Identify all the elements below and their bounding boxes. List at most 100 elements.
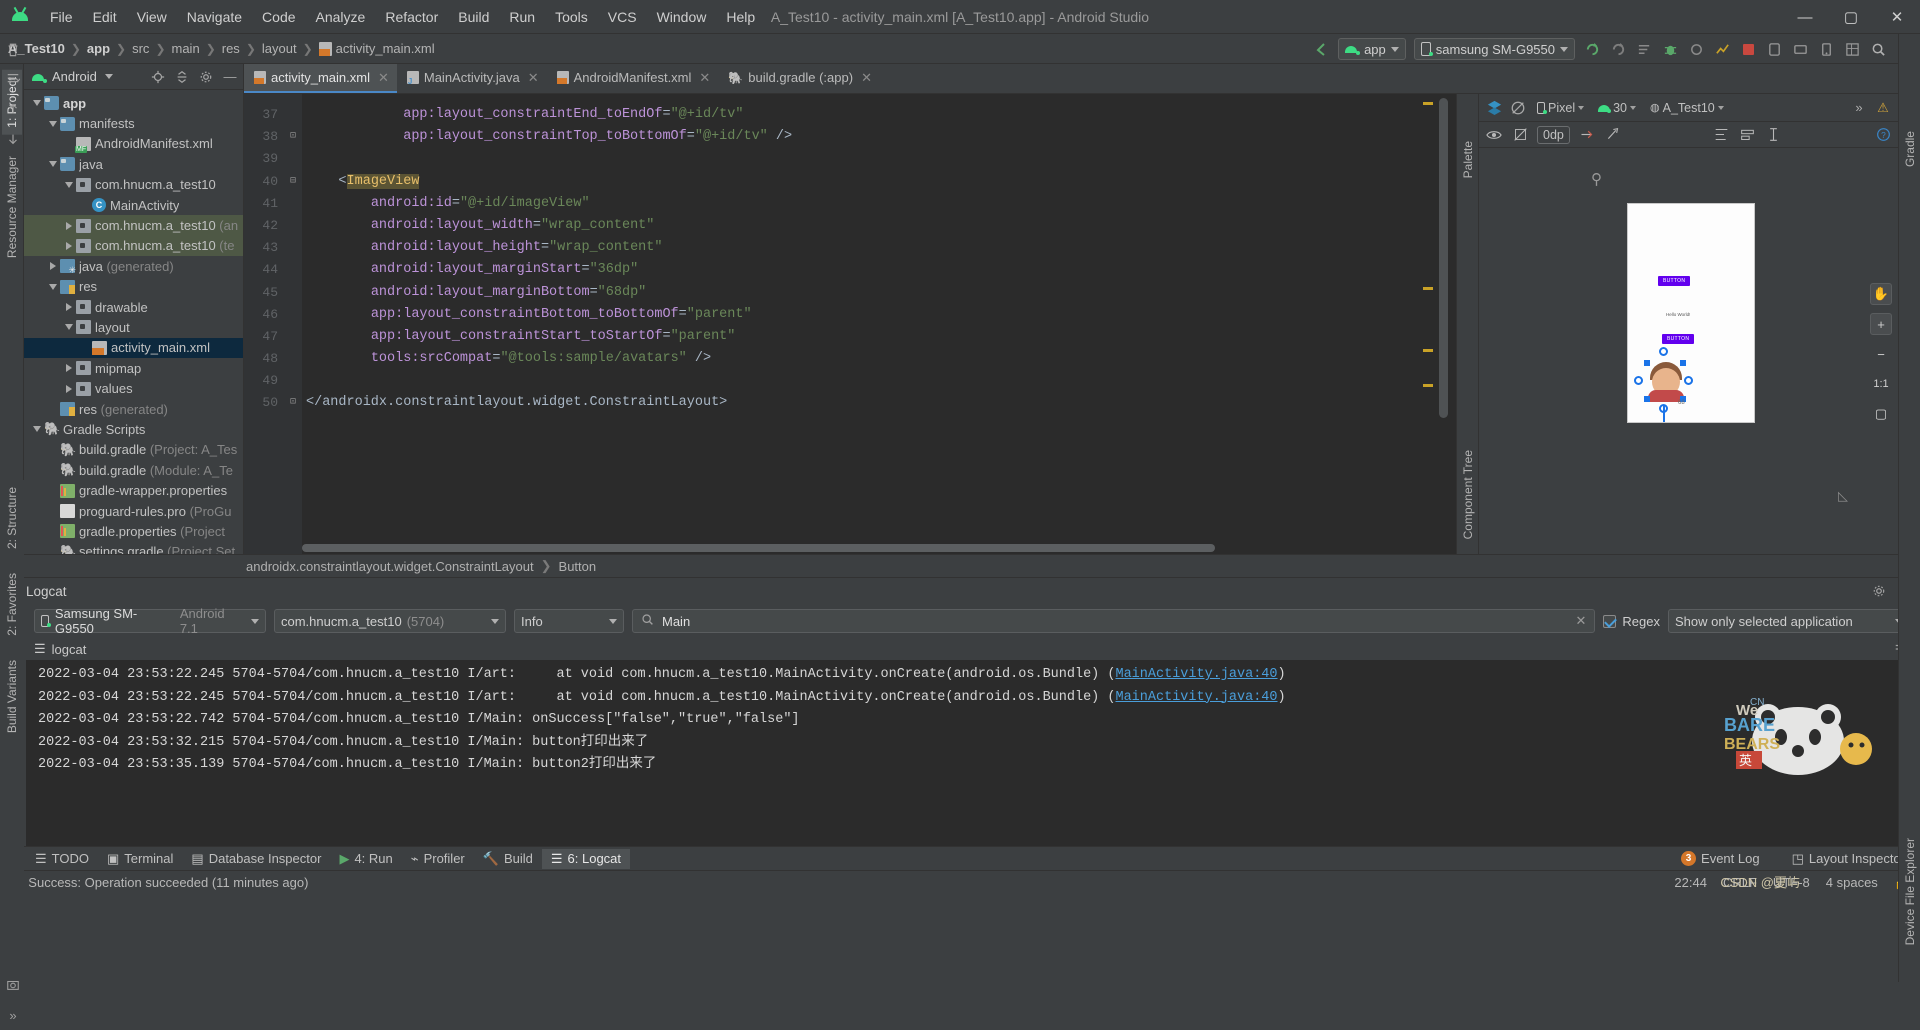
warning-marker[interactable] — [1423, 349, 1433, 352]
logcat-source-link[interactable]: MainActivity.java:40 — [1115, 667, 1277, 682]
chevron-down-icon[interactable] — [46, 120, 60, 127]
help-icon[interactable]: ? — [1874, 126, 1892, 144]
tree-item-com-hnucm-a-test10[interactable]: com.hnucm.a_test10 — [24, 175, 243, 195]
zoom-in-button[interactable]: + — [1870, 313, 1892, 335]
locate-file-icon[interactable] — [149, 68, 167, 86]
logcat-line[interactable]: 2022-03-04 23:53:22.245 5704-5704/com.hn… — [26, 664, 1920, 687]
scroll-to-end-icon[interactable] — [4, 70, 22, 88]
settings-gear-icon[interactable] — [197, 68, 215, 86]
sdk-manager-icon[interactable] — [1788, 37, 1812, 61]
tree-item-res[interactable]: res — [24, 277, 243, 297]
tree-item-build-gradle-module-a-te[interactable]: 🐘 build.gradle (Module: A_Te — [24, 460, 243, 480]
avd-manager-icon[interactable] — [1762, 37, 1786, 61]
tree-item-settings-gradle-project-set[interactable]: 🐘 settings.gradle (Project Set — [24, 542, 243, 554]
code-editor[interactable]: 37 app:layout_constraintEnd_toEndOf="@+i… — [244, 94, 1456, 554]
device-preview[interactable]: BUTTON Hello World! BUTTON 68 — [1627, 203, 1755, 423]
editor-vertical-scrollbar[interactable] — [1439, 94, 1448, 554]
logcat-line[interactable]: 2022-03-04 23:53:35.139 5704-5704/com.hn… — [26, 754, 1920, 777]
debug-icon[interactable] — [1658, 37, 1682, 61]
tool-logcat[interactable]: ☰ 6: Logcat — [541, 848, 631, 869]
chevron-right-icon[interactable] — [62, 384, 76, 393]
status-indent[interactable]: 4 spaces — [1826, 875, 1878, 890]
logcat-settings-icon[interactable] — [1870, 582, 1888, 600]
menu-build[interactable]: Build — [448, 5, 499, 29]
preview-canvas[interactable]: ⚲ BUTTON Hello World! BUTTON 68 ✋ + − 1:… — [1479, 148, 1898, 554]
logcat-source-link[interactable]: MainActivity.java:40 — [1115, 690, 1277, 705]
menu-navigate[interactable]: Navigate — [177, 5, 252, 29]
tree-item-gradle-properties-project[interactable]: gradle.properties (Project — [24, 521, 243, 541]
code-line[interactable]: 48 tools:srcCompat="@tools:sample/avatar… — [244, 348, 1456, 370]
zoom-out-button[interactable]: − — [1870, 343, 1892, 365]
run-icon[interactable] — [1580, 37, 1604, 61]
guidelines-icon[interactable] — [1739, 126, 1757, 144]
resize-handle-bl[interactable] — [1644, 396, 1650, 402]
sidebar-tab-favorites[interactable]: 2: Favorites — [2, 566, 22, 643]
menu-file[interactable]: File — [40, 5, 83, 29]
down-arrow-icon[interactable] — [4, 130, 22, 148]
logcat-line[interactable]: 2022-03-04 23:53:22.742 5704-5704/com.hn… — [26, 709, 1920, 732]
attach-debugger-icon[interactable] — [1684, 37, 1708, 61]
tree-item-values[interactable]: values — [24, 378, 243, 398]
tab-main-activity-java[interactable]: MainActivity.java ✕ — [397, 64, 547, 93]
chevron-down-icon[interactable] — [46, 161, 60, 168]
breadcrumb-constraintlayout[interactable]: androidx.constraintlayout.widget.Constra… — [246, 559, 534, 574]
design-surface-icon[interactable] — [1485, 99, 1503, 117]
tree-item-proguard-rules-pro-progu[interactable]: proguard-rules.pro (ProGu — [24, 501, 243, 521]
fold-collapse-icon[interactable]: ⊟ — [284, 171, 302, 193]
tool-profiler[interactable]: ⌁ Profiler — [402, 849, 474, 869]
breadcrumb-res[interactable]: res — [222, 41, 240, 56]
constraint-handle-right[interactable] — [1684, 376, 1693, 385]
chevron-down-icon[interactable] — [30, 100, 44, 107]
resize-handle-tr[interactable] — [1680, 360, 1686, 366]
align-icon[interactable] — [1713, 126, 1731, 144]
logcat-search-input[interactable]: Main ✕ — [632, 609, 1596, 633]
code-line[interactable]: 40 ⊟ <ImageView — [244, 171, 1456, 193]
chevron-down-icon[interactable] — [62, 324, 76, 331]
screenshot-icon[interactable] — [4, 976, 22, 994]
tree-item-java-generated[interactable]: java (generated) — [24, 256, 243, 276]
logcat-device-selector[interactable]: Samsung SM-G9550 Android 7.1 — [34, 606, 266, 636]
tool-database-inspector[interactable]: ▤ Database Inspector — [182, 849, 330, 869]
logcat-subtab[interactable]: ☰ logcat — [0, 638, 1920, 660]
tool-layout-inspector[interactable]: ◳ Layout Inspector — [1783, 849, 1914, 869]
sidebar-tab-device-file-explorer[interactable]: Device File Explorer — [1900, 831, 1920, 952]
blueprint-toggle-icon[interactable] — [1511, 126, 1529, 144]
tree-item-com-hnucm-a-test10-an[interactable]: com.hnucm.a_test10 (an — [24, 215, 243, 236]
preview-button-2[interactable]: BUTTON — [1662, 334, 1695, 344]
tree-item-app[interactable]: app — [24, 93, 243, 113]
breadcrumb-app[interactable]: app — [87, 41, 110, 56]
project-tree[interactable]: app manifests AndroidManifest.xml java com.h… — [24, 90, 243, 554]
breadcrumb-file[interactable]: activity_main.xml — [336, 41, 435, 56]
tab-palette[interactable]: Palette — [1458, 134, 1478, 185]
breadcrumb-src[interactable]: src — [132, 41, 149, 56]
menu-help[interactable]: Help — [716, 5, 765, 29]
editor-horizontal-scrollbar[interactable] — [302, 544, 1416, 552]
code-line[interactable]: 46 app:layout_constraintBottom_toBottomO… — [244, 304, 1456, 326]
warning-icon[interactable]: ⚠ — [1874, 99, 1892, 117]
constraint-handle-left[interactable] — [1634, 376, 1643, 385]
logcat-line[interactable]: 2022-03-04 23:53:22.245 5704-5704/com.hn… — [26, 687, 1920, 710]
device-type-selector[interactable]: Pixel — [1533, 100, 1588, 116]
run-with-coverage-icon[interactable] — [1606, 37, 1630, 61]
tool-build[interactable]: 🔨 Build — [474, 849, 542, 869]
close-icon[interactable]: ✕ — [699, 70, 710, 86]
layout-inspector-icon[interactable] — [1840, 37, 1864, 61]
clear-search-icon[interactable]: ✕ — [1576, 613, 1587, 629]
regex-checkbox[interactable]: Regex — [1603, 614, 1660, 629]
menu-refactor[interactable]: Refactor — [375, 5, 448, 29]
more-options-icon[interactable]: » — [1850, 99, 1868, 117]
tree-item-res-generated[interactable]: res (generated) — [24, 399, 243, 419]
tree-item-drawable[interactable]: drawable — [24, 297, 243, 317]
menu-run[interactable]: Run — [499, 5, 545, 29]
close-icon[interactable]: ✕ — [378, 70, 389, 86]
resize-handle-tl[interactable] — [1644, 360, 1650, 366]
logcat-filter-selector[interactable]: Show only selected application — [1668, 609, 1910, 633]
sidebar-tab-build-variants[interactable]: Build Variants — [2, 653, 22, 740]
profiler-icon[interactable] — [1710, 37, 1734, 61]
tree-item-layout[interactable]: layout — [24, 317, 243, 337]
tab-build-gradle-app[interactable]: 🐘 build.gradle (:app) ✕ — [718, 64, 880, 93]
tool-run[interactable]: ▶ 4: Run — [330, 849, 401, 869]
menu-code[interactable]: Code — [252, 5, 305, 29]
code-line[interactable]: 45 android:layout_marginBottom="68dp" — [244, 282, 1456, 304]
search-everywhere-icon[interactable] — [1866, 37, 1890, 61]
